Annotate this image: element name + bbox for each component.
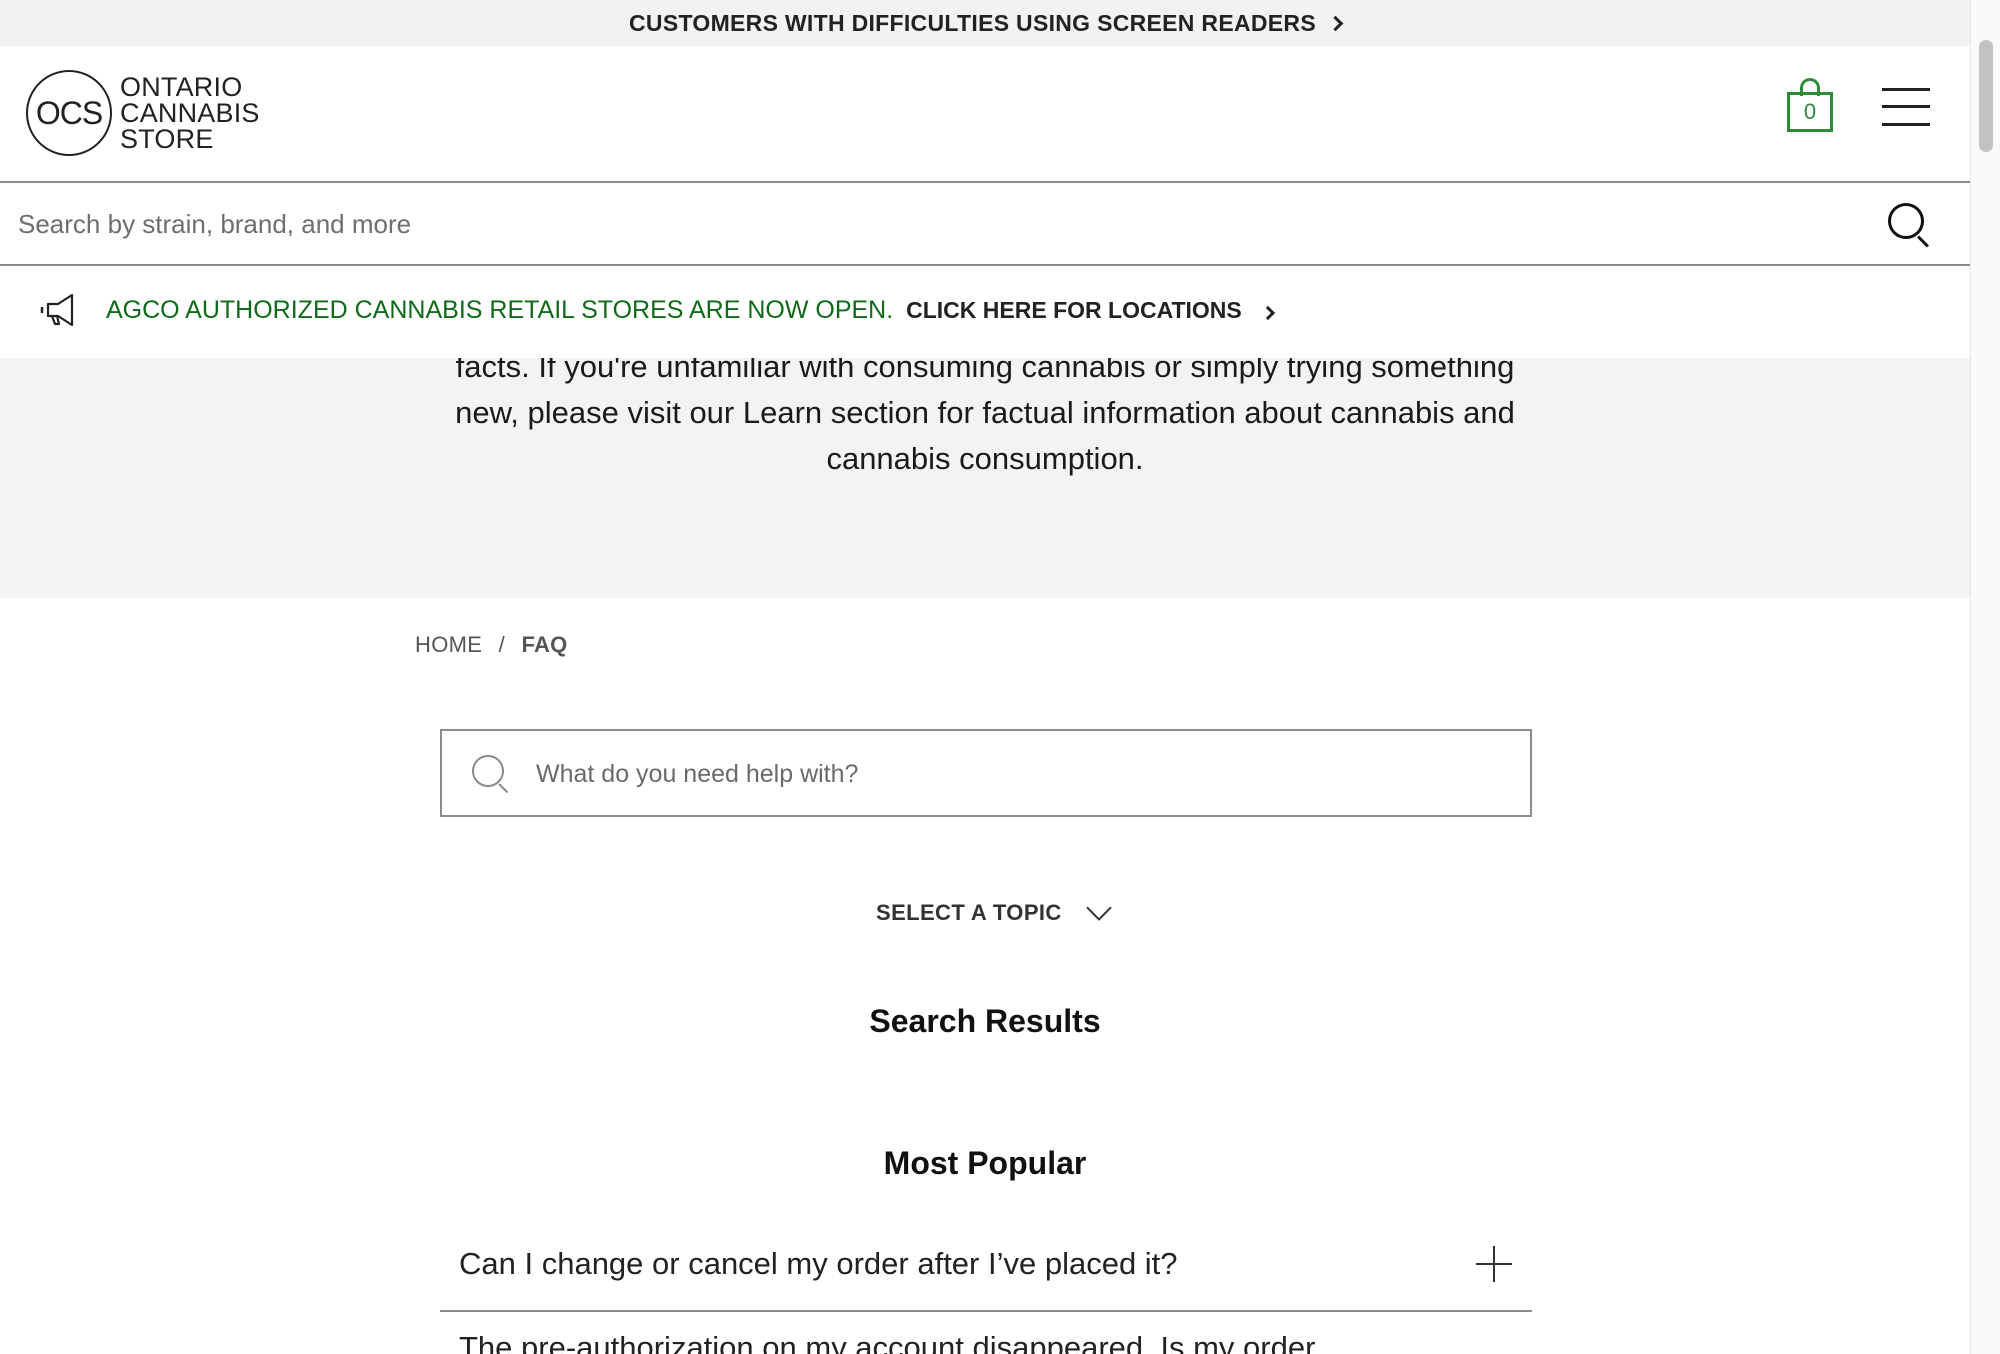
site-header: OCS ONTARIO CANNABIS STORE 0 <box>0 46 1970 183</box>
screen-reader-help-bar[interactable]: CUSTOMERS WITH DIFFICULTIES USING SCREEN… <box>0 0 1970 46</box>
announcement-message: AGCO AUTHORIZED CANNABIS RETAIL STORES A… <box>106 296 894 324</box>
logo-wordmark: ONTARIO CANNABIS STORE <box>120 72 260 154</box>
breadcrumb-separator: / <box>498 632 506 657</box>
site-search-bar <box>0 183 1970 266</box>
breadcrumb-home[interactable]: HOME <box>415 632 482 657</box>
faq-search-box <box>440 729 1532 817</box>
announcement-text: AGCO AUTHORIZED CANNABIS RETAIL STORES A… <box>106 296 1275 325</box>
chevron-down-icon <box>1085 895 1112 921</box>
logo-line: ONTARIO <box>120 72 243 102</box>
plus-icon[interactable] <box>1476 1246 1512 1282</box>
topic-select-label: SELECT A TOPIC <box>876 900 1062 925</box>
chevron-right-icon <box>1260 305 1275 321</box>
logo-mark: OCS <box>26 70 112 156</box>
most-popular-heading: Most Popular <box>883 1145 1087 1181</box>
site-search-input[interactable] <box>18 201 1838 247</box>
scrollbar-thumb[interactable] <box>1979 40 1993 152</box>
intro-line: facts. If you're unfamiliar with consumi… <box>455 358 1515 384</box>
page: CUSTOMERS WITH DIFFICULTIES USING SCREEN… <box>0 0 1970 1354</box>
search-icon <box>472 755 512 795</box>
logo-line: STORE <box>120 124 214 154</box>
faq-item[interactable]: The pre-authorization on my account disa… <box>440 1312 1532 1354</box>
faq-search-input[interactable] <box>536 751 1496 797</box>
faq-question: The pre-authorization on my account disa… <box>459 1330 1316 1354</box>
page-scrollbar[interactable] <box>1970 0 2000 1354</box>
topic-select-dropdown[interactable]: SELECT A TOPIC <box>876 895 1112 926</box>
intro-line: cannabis consumption. <box>826 441 1144 476</box>
intro-line: new, please visit our Learn section for … <box>455 395 1515 430</box>
megaphone-icon <box>40 293 74 327</box>
logo-line: CANNABIS <box>120 98 260 128</box>
search-icon[interactable] <box>1888 203 1932 248</box>
search-results-heading: Search Results <box>869 1003 1101 1039</box>
breadcrumb: HOME / FAQ <box>415 632 568 658</box>
breadcrumb-current: FAQ <box>521 632 568 657</box>
chevron-right-icon <box>1327 15 1344 31</box>
faq-question: Can I change or cancel my order after I’… <box>459 1246 1178 1281</box>
hamburger-menu-icon[interactable] <box>1882 88 1930 126</box>
intro-section: facts. If you're unfamiliar with consumi… <box>0 358 1970 598</box>
intro-paragraph: facts. If you're unfamiliar with consumi… <box>440 358 1530 482</box>
screen-reader-help-link[interactable]: CUSTOMERS WITH DIFFICULTIES USING SCREEN… <box>629 10 1316 37</box>
faq-item[interactable]: Can I change or cancel my order after I’… <box>440 1228 1532 1312</box>
cart-count: 0 <box>1787 92 1833 132</box>
announcement-banner: AGCO AUTHORIZED CANNABIS RETAIL STORES A… <box>0 266 1970 358</box>
locations-link[interactable]: CLICK HERE FOR LOCATIONS <box>906 297 1242 323</box>
shopping-bag-button[interactable]: 0 <box>1787 78 1833 132</box>
ocs-logo[interactable]: OCS ONTARIO CANNABIS STORE <box>26 70 260 156</box>
